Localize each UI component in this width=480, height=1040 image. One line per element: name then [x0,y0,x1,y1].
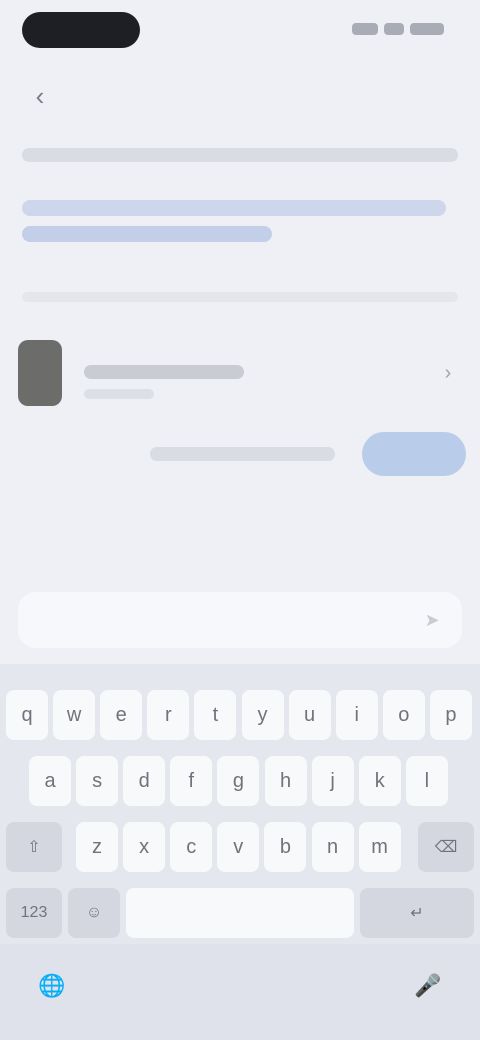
app-header: ‹ [0,64,480,128]
space-key[interactable] [126,888,354,938]
key-b[interactable]: b [264,822,307,872]
key-o[interactable]: o [382,690,425,740]
primary-action-button[interactable] [362,432,466,476]
app-name-placeholder [84,365,244,379]
app-meta [84,347,434,399]
info-heading-line [22,148,458,162]
key-j[interactable]: j [311,756,354,806]
key-a[interactable]: a [29,756,71,806]
key-y[interactable]: y [241,690,284,740]
wifi-icon [384,23,404,35]
emoji-key[interactable]: ☺ [68,888,120,938]
chevron-right-icon[interactable]: › [434,359,462,387]
page-title [120,84,360,108]
key-x[interactable]: x [123,822,166,872]
key-i[interactable]: i [335,690,378,740]
key-m[interactable]: m [358,822,401,872]
key-t[interactable]: t [194,690,237,740]
app-subtitle-placeholder [84,389,154,399]
key-v[interactable]: v [217,822,260,872]
microphone-icon[interactable]: 🎤 [408,966,448,1006]
key-k[interactable]: k [358,756,401,806]
shift-key[interactable]: ⇧ [6,822,62,872]
signal-icon [352,23,378,35]
key-n[interactable]: n [311,822,354,872]
app-thumbnail [18,340,62,406]
return-key[interactable]: ↵ [360,888,474,938]
key-h[interactable]: h [264,756,307,806]
info-text-line [22,200,446,216]
keyboard-bottom-bar: 🌐 🎤 [0,944,480,1040]
back-arrow-icon: ‹ [35,80,45,111]
info-text-block [22,200,446,248]
status-icons [352,18,444,40]
send-icon[interactable]: ➤ [418,606,446,634]
key-q[interactable]: q [6,690,48,740]
back-button[interactable]: ‹ [22,78,58,114]
status-time-pill [22,12,140,48]
globe-icon[interactable]: 🌐 [32,966,72,1006]
key-g[interactable]: g [217,756,260,806]
keyboard-row-1: qwertyuiop [0,690,480,742]
status-bar [0,0,480,64]
battery-icon [410,23,444,35]
secondary-action-link[interactable] [150,444,335,464]
divider [22,292,458,302]
app-list-item[interactable]: › [18,330,462,416]
screen: ‹ › ➤ qwertyuiop asdfghjkl ⇧ ⌫ z x c v b… [0,0,480,1040]
key-s[interactable]: s [76,756,119,806]
key-d[interactable]: d [123,756,166,806]
key-f[interactable]: f [170,756,213,806]
keyboard-row-4: 123 ☺ ↵ [0,888,480,940]
keyboard-row-3: ⇧ ⌫ zxcvbnm [0,822,480,874]
key-p[interactable]: p [429,690,472,740]
app-name [84,347,434,365]
key-e[interactable]: e [100,690,143,740]
keyboard-row-2: asdfghjkl [0,756,480,808]
message-input[interactable] [34,611,418,629]
backspace-key[interactable]: ⌫ [418,822,474,872]
key-l[interactable]: l [405,756,448,806]
action-row [0,430,480,478]
key-w[interactable]: w [53,690,96,740]
key-r[interactable]: r [147,690,190,740]
key-c[interactable]: c [170,822,213,872]
key-z[interactable]: z [76,822,118,872]
message-composer: ➤ [18,592,462,648]
numbers-key[interactable]: 123 [6,888,62,938]
key-u[interactable]: u [288,690,331,740]
info-text-link[interactable] [22,226,272,242]
